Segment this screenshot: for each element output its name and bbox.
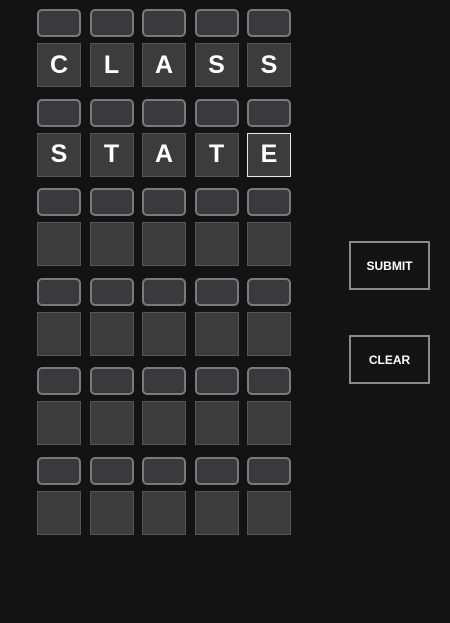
letter-tile[interactable]: E [247,132,291,177]
letter-tile[interactable] [89,311,134,356]
hint-slot [37,9,81,37]
hint-slot [142,367,186,395]
hint-slot [194,277,239,306]
tile-row: STATE [37,132,291,177]
hint-slot [89,188,134,216]
clear-button[interactable]: CLEAR [349,335,430,384]
letter-tile[interactable]: A [142,43,186,87]
hint-row [37,9,291,37]
hint-slot [247,456,291,485]
hint-slot [89,98,134,127]
submit-button[interactable]: SUBMIT [349,241,430,290]
letter-tile[interactable] [142,311,186,356]
letter-tile[interactable] [37,490,81,535]
hint-slot [142,456,186,485]
hint-slot [247,277,291,306]
hint-slot [37,188,81,216]
hint-slot [37,456,81,485]
hint-slot [142,277,186,306]
letter-tile[interactable]: A [142,132,186,177]
tile-row [37,490,291,535]
hint-slot [37,277,81,306]
hint-slot [194,9,239,37]
letter-tile[interactable] [194,311,239,356]
hint-row [37,188,291,216]
hint-slot [247,98,291,127]
letter-tile[interactable] [89,222,134,266]
hint-slot [37,98,81,127]
tile-row [37,401,291,445]
letter-tile[interactable]: T [194,132,239,177]
hint-slot [89,9,134,37]
tile-row [37,222,291,266]
tile-row [37,311,291,356]
letter-tile[interactable]: S [194,43,239,87]
letter-tile[interactable] [142,490,186,535]
hint-slot [247,188,291,216]
hint-slot [194,367,239,395]
guess-row-6 [37,456,292,623]
letter-tile[interactable] [142,401,186,445]
hint-slot [37,367,81,395]
hint-slot [194,98,239,127]
hint-row [37,277,291,306]
letter-tile[interactable] [37,401,81,445]
hint-slot [142,188,186,216]
hint-slot [247,9,291,37]
hint-row [37,98,291,127]
letter-tile[interactable]: S [247,43,291,87]
hint-slot [89,277,134,306]
hint-row [37,367,291,395]
letter-tile[interactable] [194,222,239,266]
hint-row [37,456,291,485]
letter-tile[interactable] [37,311,81,356]
letter-tile[interactable] [247,490,291,535]
hint-slot [89,367,134,395]
hint-slot [194,456,239,485]
letter-tile[interactable] [247,311,291,356]
letter-tile[interactable] [89,401,134,445]
letter-tile[interactable] [89,490,134,535]
letter-tile[interactable] [247,222,291,266]
tile-row: CLASS [37,43,291,87]
letter-tile[interactable]: C [37,43,81,87]
letter-tile[interactable] [37,222,81,266]
letter-tile[interactable]: L [89,43,134,87]
letter-tile[interactable]: T [89,132,134,177]
letter-tile[interactable] [142,222,186,266]
hint-slot [194,188,239,216]
letter-tile[interactable]: S [37,132,81,177]
letter-tile[interactable] [194,490,239,535]
hint-slot [142,98,186,127]
hint-slot [142,9,186,37]
letter-tile[interactable] [194,401,239,445]
letter-tile[interactable] [247,401,291,445]
hint-slot [89,456,134,485]
hint-slot [247,367,291,395]
